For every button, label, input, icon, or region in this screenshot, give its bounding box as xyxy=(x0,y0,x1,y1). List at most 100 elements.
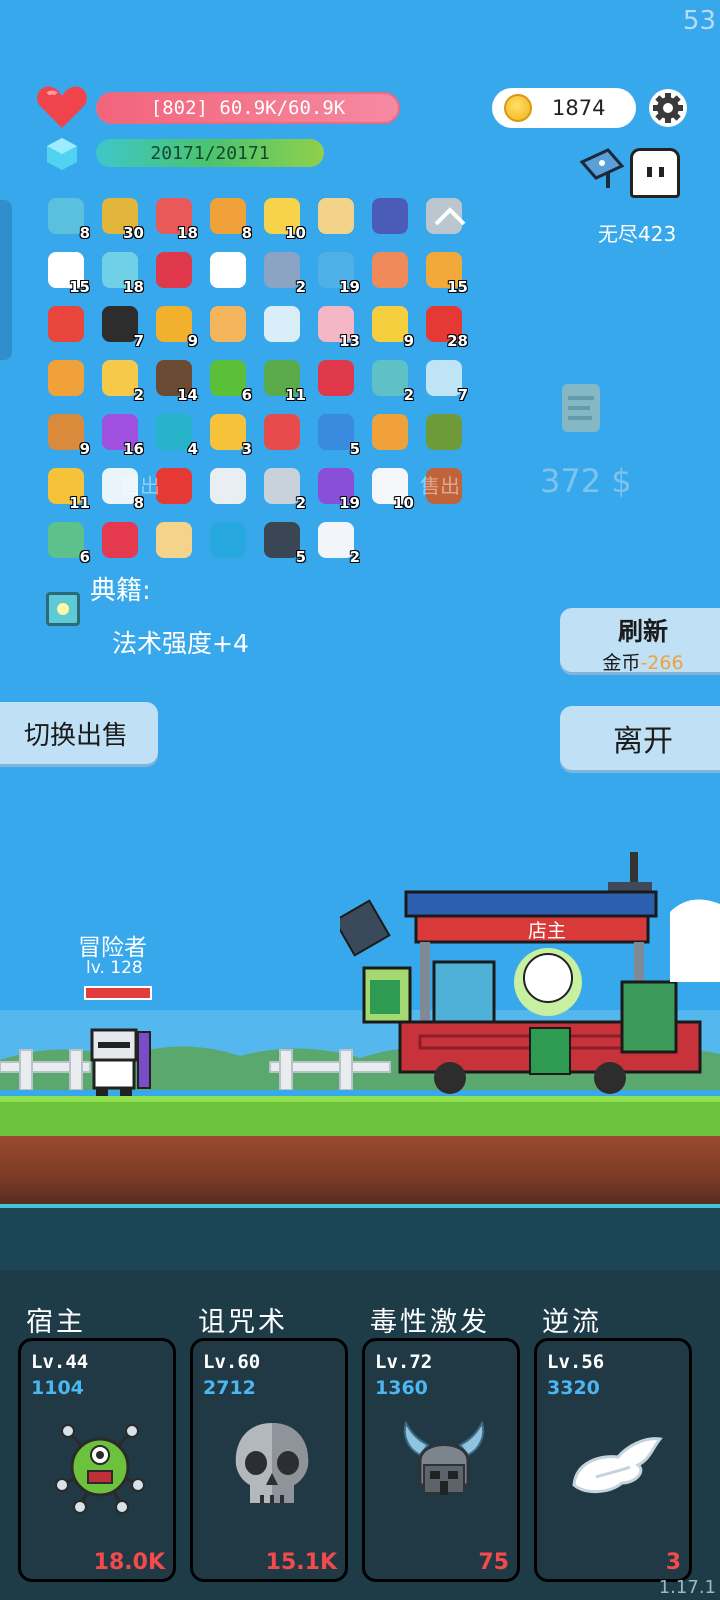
inventory-item[interactable]: 11 xyxy=(44,464,90,512)
item-count: 11 xyxy=(69,494,90,512)
menu-icon xyxy=(210,306,246,342)
inventory-item[interactable]: 5 xyxy=(260,518,306,566)
tome-book-icon[interactable] xyxy=(46,592,80,626)
dungeon-flag-icon[interactable] xyxy=(578,148,628,190)
inventory-item[interactable]: 8 xyxy=(44,194,90,242)
adventurer-level: lv. 128 xyxy=(86,958,143,978)
chevron-up-icon[interactable] xyxy=(432,204,468,228)
inventory-item[interactable]: 2 xyxy=(260,248,306,296)
item-count: 5 xyxy=(349,440,360,458)
inventory-item[interactable] xyxy=(368,194,412,240)
shopkeeper-label: 店主 xyxy=(528,920,567,942)
switch-sell-button[interactable]: 切换出售 xyxy=(0,702,158,764)
skill-level: Lv.56 xyxy=(547,1351,605,1373)
item-count: 5 xyxy=(295,548,306,566)
merchant-cart[interactable] xyxy=(340,852,720,1102)
inventory-item[interactable] xyxy=(98,518,142,564)
inventory-item[interactable]: 2 xyxy=(368,356,414,404)
item-count: 13 xyxy=(339,332,360,350)
item-count: 2 xyxy=(295,278,306,296)
item-count: 30 xyxy=(123,224,144,242)
inventory-item[interactable]: 13 xyxy=(314,302,360,350)
inventory-item[interactable]: 5 xyxy=(314,410,360,458)
skill-card-2[interactable]: Lv.60 2712 15.1K xyxy=(190,1338,348,1582)
skill-damage: 15.1K xyxy=(265,1550,337,1575)
inventory-item[interactable] xyxy=(422,410,466,456)
inventory-item[interactable]: 6 xyxy=(206,356,252,404)
skill-card-3[interactable]: Lv.72 1360 75 xyxy=(362,1338,520,1582)
skill-value: 2712 xyxy=(203,1377,256,1399)
inventory-item[interactable]: 19 xyxy=(314,248,360,296)
inventory-item[interactable]: 2 xyxy=(314,518,360,566)
inventory-item[interactable] xyxy=(44,302,88,348)
inventory-item[interactable]: 30 xyxy=(98,194,144,242)
inventory-item[interactable] xyxy=(152,518,196,564)
inventory-item[interactable]: 28 xyxy=(422,302,468,350)
inventory-item[interactable]: 15 xyxy=(422,248,468,296)
inventory-item[interactable] xyxy=(206,302,250,348)
adventurer-sprite[interactable] xyxy=(82,1022,162,1098)
item-count: 19 xyxy=(339,278,360,296)
inventory-item[interactable] xyxy=(260,302,304,348)
refresh-cost-value: -266 xyxy=(640,652,684,674)
mana-crystal-icon xyxy=(47,138,77,170)
inventory-item[interactable]: 6 xyxy=(44,518,90,566)
inventory-item[interactable]: 7 xyxy=(98,302,144,350)
inventory-item[interactable] xyxy=(314,194,358,240)
skill-card-1[interactable]: Lv.44 1104 18.0K xyxy=(18,1338,176,1582)
inventory-item[interactable]: 2 xyxy=(260,464,306,512)
inventory-item[interactable]: 18 xyxy=(98,248,144,296)
hearts-icon xyxy=(48,306,84,342)
inventory-item[interactable]: 8 xyxy=(206,194,252,242)
skill-card-4[interactable]: Lv.56 3320 3 xyxy=(534,1338,692,1582)
inventory-item[interactable]: 11 xyxy=(260,356,306,404)
item-count: 10 xyxy=(285,224,306,242)
skill-value: 1104 xyxy=(31,1377,84,1399)
inventory-item[interactable]: 10 xyxy=(260,194,306,242)
inventory-item[interactable] xyxy=(44,356,88,402)
item-count: 9 xyxy=(79,440,90,458)
ghost-pet-icon[interactable] xyxy=(630,148,680,198)
item-count: 2 xyxy=(403,386,414,404)
torch-icon xyxy=(48,360,84,396)
spell-power-bonus: 法术强度+4 xyxy=(112,629,249,658)
scroll-icon xyxy=(562,384,600,432)
inventory-item[interactable] xyxy=(206,518,250,564)
inventory-item[interactable] xyxy=(152,248,196,294)
gear-icon[interactable] xyxy=(648,88,688,128)
inventory-item[interactable]: 9 xyxy=(368,302,414,350)
inventory-item[interactable]: 9 xyxy=(44,410,90,458)
inventory-item[interactable] xyxy=(368,410,412,456)
inventory-item[interactable]: 4 xyxy=(152,410,198,458)
leave-button[interactable]: 离开 xyxy=(560,706,720,770)
crown-icon xyxy=(372,252,408,288)
refresh-button[interactable]: 刷新 金币-266 xyxy=(560,608,720,674)
skill-title-4: 逆流 xyxy=(542,1307,602,1338)
inventory-item[interactable] xyxy=(206,248,250,294)
inventory-item[interactable]: 9 xyxy=(152,302,198,350)
inventory-item[interactable]: 16 xyxy=(98,410,144,458)
inventory-item[interactable] xyxy=(314,356,358,402)
item-count: 6 xyxy=(241,386,252,404)
clipboard-icon xyxy=(210,468,246,504)
inventory-item[interactable]: 3 xyxy=(206,410,252,458)
inventory-item[interactable]: 7 xyxy=(422,356,468,404)
virus-monster-icon xyxy=(55,1424,145,1514)
item-count: 9 xyxy=(403,332,414,350)
inventory-item[interactable]: 2 xyxy=(98,356,144,404)
inventory-item[interactable]: 19 xyxy=(314,464,360,512)
fps-counter: 53 xyxy=(682,6,716,36)
inventory-item[interactable] xyxy=(260,410,304,456)
side-drawer-handle[interactable] xyxy=(0,200,12,360)
inventory-item[interactable]: 18 xyxy=(152,194,198,242)
inventory-item[interactable] xyxy=(368,248,412,294)
percent-icon xyxy=(264,414,300,450)
endless-level-label: 无尽423 xyxy=(598,222,677,246)
inventory-item[interactable]: 14 xyxy=(152,356,198,404)
inventory-item[interactable]: 15 xyxy=(44,248,90,296)
inventory-item[interactable]: 10 xyxy=(368,464,414,512)
briefcase-icon xyxy=(372,414,408,450)
inventory-item[interactable] xyxy=(206,464,250,510)
hp-bar: [802] 60.9K/60.9K xyxy=(96,92,400,124)
item-count: 6 xyxy=(79,548,90,566)
